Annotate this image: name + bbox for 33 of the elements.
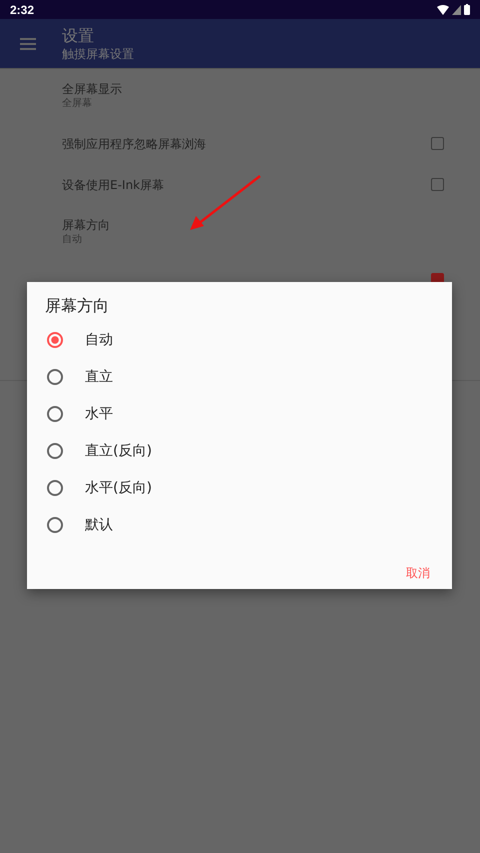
radio-option[interactable]: 水平(反向) xyxy=(45,469,452,506)
signal-icon xyxy=(452,4,461,14)
option-label: 水平 xyxy=(85,404,113,422)
radio-option[interactable]: 默认 xyxy=(45,506,452,543)
radio-button[interactable] xyxy=(47,332,63,348)
radio-option[interactable]: 直立(反向) xyxy=(45,432,452,469)
radio-button[interactable] xyxy=(47,480,63,496)
radio-option[interactable]: 自动 xyxy=(45,321,452,358)
option-label: 默认 xyxy=(85,516,113,534)
option-label: 直立(反向) xyxy=(85,442,152,460)
wifi-icon xyxy=(437,4,449,14)
checkbox[interactable] xyxy=(431,178,444,191)
radio-button[interactable] xyxy=(47,368,63,384)
option-label: 自动 xyxy=(85,330,113,348)
app-subtitle: 触摸屏幕设置 xyxy=(62,46,134,62)
app-title: 设置 xyxy=(62,26,95,46)
setting-title: 强制应用程序忽略屏幕浏海 xyxy=(62,136,206,152)
radio-option[interactable]: 直立 xyxy=(45,358,452,395)
radio-button[interactable] xyxy=(47,406,63,422)
status-time: 2:32 xyxy=(10,2,34,16)
radio-button[interactable] xyxy=(47,442,63,458)
menu-button[interactable] xyxy=(19,36,37,52)
menu-icon xyxy=(20,38,36,50)
option-label: 水平(反向) xyxy=(85,478,152,496)
option-label: 直立 xyxy=(85,368,113,386)
battery-icon xyxy=(464,4,470,15)
setting-title: 全屏幕显示 xyxy=(62,81,123,97)
radio-option[interactable]: 水平 xyxy=(45,395,452,432)
setting-title: 设备使用E-Ink屏幕 xyxy=(62,176,164,192)
setting-title: 屏幕方向 xyxy=(62,217,111,233)
dialog-title: 屏幕方向 xyxy=(45,296,110,316)
checkbox[interactable] xyxy=(431,137,444,150)
radio-button[interactable] xyxy=(47,516,63,532)
